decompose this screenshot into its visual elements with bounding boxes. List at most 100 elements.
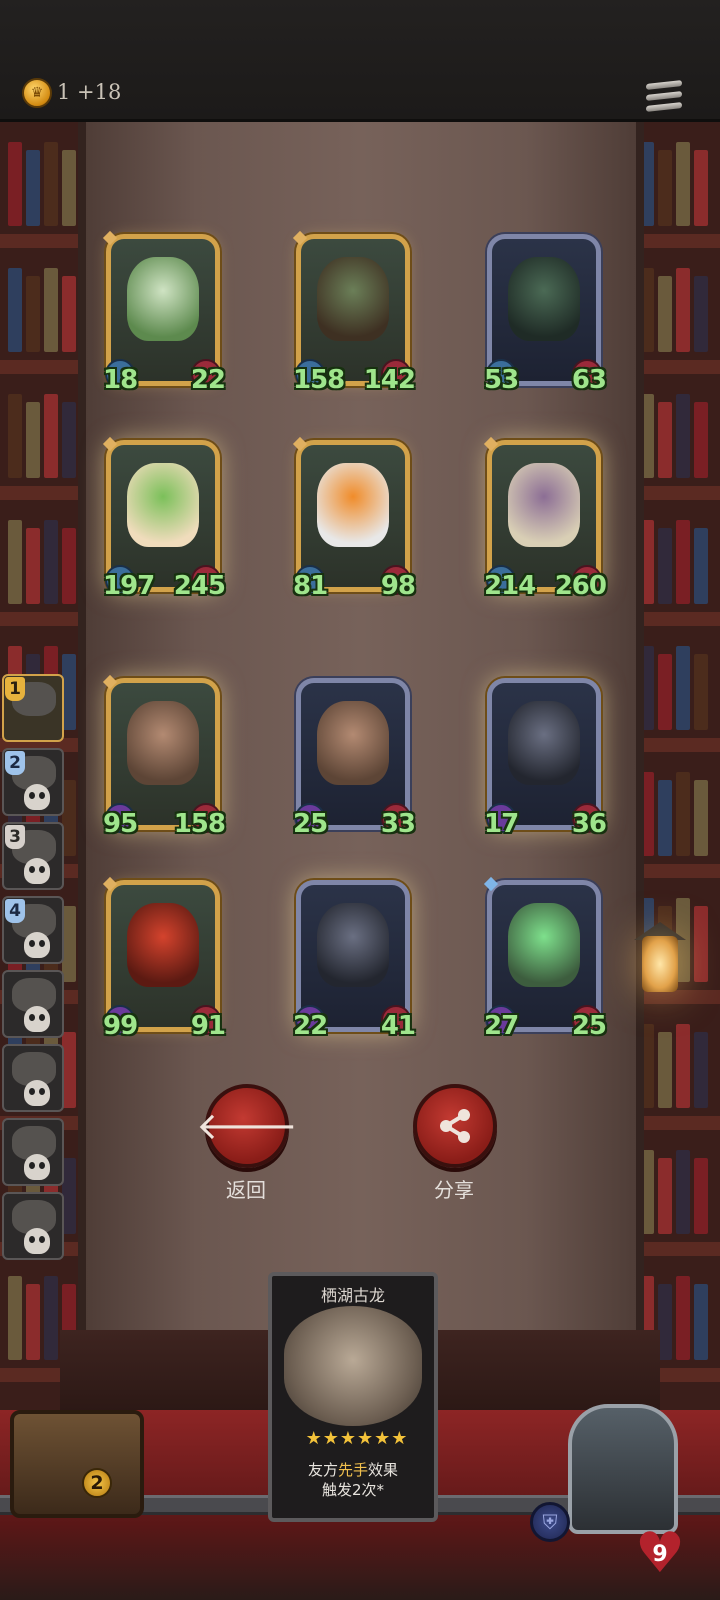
lineup-rank: 1 [5,677,25,701]
book-spine [676,1024,690,1108]
attack-value: 99 [103,1011,138,1041]
health-value: 142 [363,365,416,395]
minion-card-mushroom-goblin[interactable]: 158 142 [292,230,416,395]
minion-card-mushroom-spider[interactable]: 214 260 [483,436,607,601]
shadow-dragon-portrait [508,701,580,785]
attack-value: 53 [484,365,519,395]
minion-card-green-flame-sword[interactable]: 27 25 [483,876,607,1041]
lineup-rank: 2 [5,751,25,775]
book-spine [8,394,22,478]
treasure-chest-button[interactable] [10,1410,144,1518]
tall-brute-portrait [127,701,199,785]
minion-card-tall-brute[interactable]: 95 158 [102,674,226,839]
health-value: 41 [380,1011,416,1041]
attack-value: 95 [103,809,138,839]
lineup-slot-7[interactable] [2,1118,64,1186]
minion-card-mandrake[interactable]: 18 22 [102,230,226,395]
book-spine [44,520,58,604]
health-value: 36 [571,809,607,839]
health-value: 98 [380,571,416,601]
attack-value: 22 [293,1011,328,1041]
lineup-slot-6[interactable] [2,1044,64,1112]
skull-icon [24,858,50,884]
lineup-rank: 4 [5,899,25,923]
book-spine [658,150,672,226]
bookshelf-right [632,122,720,1412]
crown-coin-icon: ♛ [22,78,52,108]
book-spine [676,1276,690,1360]
hamburger-menu-icon[interactable] [646,80,682,116]
arrow-left-icon: 🡐 [196,1104,298,1148]
skull-icon [24,1154,50,1180]
minion-card-tall-brute[interactable]: 25 33 [293,678,416,839]
book-spine [62,780,76,856]
book-spine [676,268,690,352]
book-spine [658,1284,672,1360]
tall-brute-portrait [317,701,389,785]
health-heart-icon: 9 [635,1532,685,1576]
book-spine [8,1276,22,1360]
hero-portrait[interactable] [568,1404,678,1534]
book-spine [62,654,76,730]
lineup-slot-4[interactable]: 4 [2,896,64,964]
book-spine [8,520,22,604]
attack-value: 81 [293,571,328,601]
leaf-girl-portrait [127,463,199,547]
minion-card-shadow-dragon[interactable]: 17 36 [484,678,607,839]
lineup-rank: 3 [5,825,25,849]
lineup-slot-1[interactable]: 1 [2,674,64,742]
chest-count-badge: 2 [82,1468,112,1498]
book-spine [694,402,708,478]
book-spine [694,1032,708,1108]
attack-value: 197 [103,571,155,601]
lantern-icon [628,910,692,1020]
skull-icon [24,1228,50,1254]
book-spine [676,1150,690,1234]
minion-card-shadow-dragon[interactable]: 22 41 [293,880,416,1041]
lineup-slot-3[interactable]: 3 [2,822,64,890]
skull-icon [24,932,50,958]
book-spine [658,780,672,856]
card-detail-panel[interactable]: 栖湖古龙 ★★★★★★ 友方先手效果 触发2次* [268,1272,438,1522]
book-spine [676,142,690,226]
book-spine [694,780,708,856]
skull-icon [24,1080,50,1106]
attack-value: 27 [484,1011,519,1041]
minion-card-leaf-girl[interactable]: 197 245 [102,436,226,601]
green-flame-sword-portrait [508,903,580,987]
detail-description: 友方先手效果 触发2次* [307,1461,399,1499]
book-spine [8,142,22,226]
health-value: 158 [173,809,226,839]
health-value: 245 [173,571,226,601]
attack-value: 17 [484,809,519,839]
attack-value: 158 [293,365,345,395]
book-spine [26,528,40,604]
minion-card-grinning-beast[interactable]: 53 63 [484,234,607,395]
back-button[interactable]: 🡐 [196,1084,298,1168]
star-rating: ★★★★★★ [305,1428,409,1449]
book-spine [694,150,708,226]
book-spine [694,276,708,352]
shield-icon[interactable]: ⛨ [530,1502,570,1542]
mushroom-spider-portrait [508,463,580,547]
book-spine [62,150,76,226]
book-spine [62,1032,76,1108]
health-value: 33 [380,809,416,839]
book-spine [44,1276,58,1360]
minion-card-fire-dragon[interactable]: 99 91 [102,876,226,1041]
attack-value: 18 [103,365,138,395]
share-button[interactable] [413,1084,497,1168]
book-spine [26,276,40,352]
minion-card-pumpkin-ghost[interactable]: 81 98 [292,436,416,601]
book-spine [676,772,690,856]
top-bar: ♛ 1 +18 [0,0,720,122]
lineup-slot-5[interactable] [2,970,64,1038]
lineup-slot-8[interactable] [2,1192,64,1260]
book-spine [62,402,76,478]
lineup-slot-2[interactable]: 2 [2,748,64,816]
book-spine [694,1284,708,1360]
skull-icon [24,784,50,810]
book-spine [26,1284,40,1360]
pumpkin-ghost-portrait [317,463,389,547]
attack-value: 25 [293,809,328,839]
